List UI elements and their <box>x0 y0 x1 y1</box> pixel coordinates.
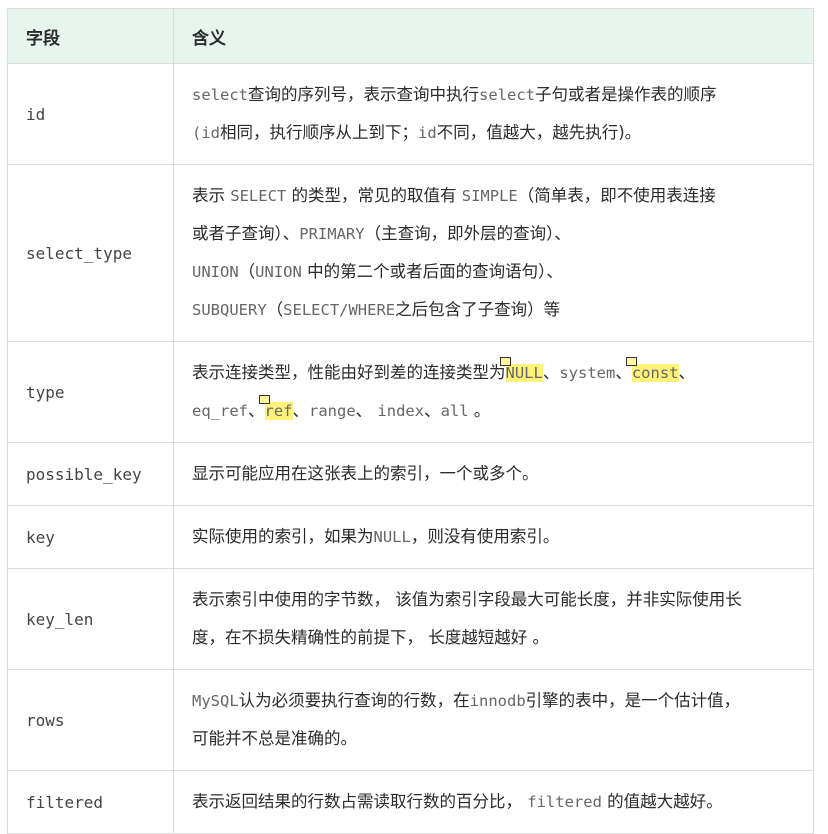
table-row: key_len 表示索引中使用的字节数， 该值为索引字段最大可能长度，并非实际使用… <box>7 568 814 670</box>
field-description: select查询的序列号，表示查询中执行select子句或者是操作表的顺序 (id… <box>173 63 814 165</box>
field-name: id <box>7 63 174 165</box>
desc-text: 。 <box>468 401 491 420</box>
code-term: select <box>479 86 535 104</box>
code-term: all <box>440 402 469 420</box>
code-term: id <box>418 124 437 142</box>
desc-text: 认为必须要执行查询的行数，在 <box>238 691 470 710</box>
desc-text: 表示索引中使用的字节数， 该值为索引字段最大可能长度，并非实际使用长 <box>192 590 742 609</box>
desc-text: 引擎的表中，是一个估计值， <box>525 691 741 710</box>
code-term: PRIMARY <box>299 225 365 243</box>
code-term: SUBQUERY <box>192 301 267 319</box>
desc-text: （简单表，即不使用表连接 <box>517 186 716 205</box>
desc-text: ，则没有使用索引。 <box>410 527 560 546</box>
code-term: filtered <box>527 793 602 811</box>
code-term: select <box>192 86 248 104</box>
desc-text: 表示连接类型，性能由好到差的连接类型为 <box>192 363 506 382</box>
field-description: 实际使用的索引，如果为NULL，则没有使用索引。 <box>173 505 814 569</box>
code-term: NULL <box>499 357 543 382</box>
header-field: 字段 <box>7 8 174 64</box>
desc-text: 、 <box>542 363 560 382</box>
table-row: key 实际使用的索引，如果为NULL，则没有使用索引。 <box>7 505 814 569</box>
desc-text: 、 <box>292 401 310 420</box>
desc-text: （ <box>238 262 256 281</box>
field-name: key_len <box>7 568 174 670</box>
table-row: filtered 表示返回结果的行数占需读取行数的百分比， filtered 的值… <box>7 770 814 834</box>
desc-text: 。 <box>624 123 642 142</box>
desc-text: 的值越大越好。 <box>601 792 723 811</box>
field-name: select_type <box>7 164 174 342</box>
field-description: 显示可能应用在这张表上的索引，一个或多个。 <box>173 442 814 506</box>
field-name: possible_key <box>7 442 174 506</box>
desc-text: （主查询，即外层的查询）、 <box>364 224 571 243</box>
desc-text: 相同，执行顺序从上到下； <box>220 123 419 142</box>
table-row: rows MySQL认为必须要执行查询的行数，在innodb引擎的表中，是一个估计… <box>7 669 814 771</box>
desc-text: 、 <box>424 401 441 420</box>
desc-text: 、 <box>678 363 696 382</box>
code-term: SELECT/WHERE <box>283 301 396 319</box>
field-name: key <box>7 505 174 569</box>
code-term: SELECT <box>230 187 287 205</box>
desc-text: 之后包含了子查询）等 <box>395 300 561 319</box>
code-term: range <box>309 402 356 420</box>
field-description: 表示连接类型，性能由好到差的连接类型为NULL 、system、const、 eq_… <box>173 341 814 443</box>
field-name: filtered <box>7 770 174 834</box>
desc-text: 中的第二个或者后面的查询语句）、 <box>301 262 563 281</box>
code-term: SIMPLE <box>461 187 518 205</box>
comment-marker-icon[interactable] <box>258 395 270 404</box>
table-row: id select查询的序列号，表示查询中执行select子句或者是操作表的顺序(… <box>7 63 814 165</box>
code-term: system <box>559 364 616 382</box>
code-term: innodb <box>469 692 526 710</box>
desc-text: 或者子查询）、 <box>192 224 300 243</box>
code-term: index <box>377 402 425 420</box>
comment-marker-icon[interactable] <box>499 357 511 366</box>
code-term: UNION <box>255 263 302 281</box>
code-term: NULL <box>373 528 411 546</box>
desc-text: 查询的序列号，表示查询中执行 <box>248 85 479 104</box>
field-name: type <box>7 341 174 443</box>
field-description: 表示 SELECT 的类型，常见的取值有 SIMPLE（简单表，即不使用表连接或… <box>173 164 814 342</box>
desc-text: 不同，值越大，越先执行) <box>436 123 625 142</box>
desc-text: 度，在不损失精确性的前提下， 长度越短越好 。 <box>192 628 549 647</box>
table-row: select_type 表示 SELECT 的类型，常见的取值有 SIMPLE（简… <box>7 164 814 342</box>
field-description: MySQL认为必须要执行查询的行数，在innodb引擎的表中，是一个估计值， 可能… <box>173 669 814 771</box>
table-header-row: 字段 含义 <box>7 8 814 64</box>
desc-text: 表示 <box>192 186 231 205</box>
desc-text: 显示可能应用在这张表上的索引，一个或多个。 <box>192 464 539 483</box>
field-description: 表示返回结果的行数占需读取行数的百分比， filtered 的值越大越好。 <box>173 770 814 834</box>
header-meaning: 含义 <box>173 8 814 64</box>
code-term: eq_ref <box>192 402 248 420</box>
desc-text: 的类型，常见的取值有 <box>286 186 462 205</box>
desc-text: 表示返回结果的行数占需读取行数的百分比， <box>192 792 528 811</box>
table-row: type 表示连接类型，性能由好到差的连接类型为NULL 、system、const… <box>7 341 814 443</box>
desc-text: 、 <box>355 401 378 420</box>
desc-text: 实际使用的索引，如果为 <box>192 527 374 546</box>
desc-text: 可能并不总是准确的。 <box>192 729 357 748</box>
table-row: possible_key 显示可能应用在这张表上的索引，一个或多个。 <box>7 442 814 506</box>
code-term: ( <box>192 124 202 142</box>
code-term: const <box>625 357 679 382</box>
field-definition-table: 字段 含义 id select查询的序列号，表示查询中执行select子句或者是操… <box>7 8 814 834</box>
field-description: 表示索引中使用的字节数， 该值为索引字段最大可能长度，并非实际使用长 度，在不损失… <box>173 568 814 670</box>
desc-text: 子句或者是操作表的顺序 <box>535 85 717 104</box>
code-term: ref <box>258 395 293 420</box>
code-term: MySQL <box>192 692 239 710</box>
code-term: UNION <box>192 263 239 281</box>
field-name: rows <box>7 669 174 771</box>
code-term: id <box>201 124 221 142</box>
comment-marker-icon[interactable] <box>625 357 637 366</box>
desc-text: （ <box>266 300 284 319</box>
